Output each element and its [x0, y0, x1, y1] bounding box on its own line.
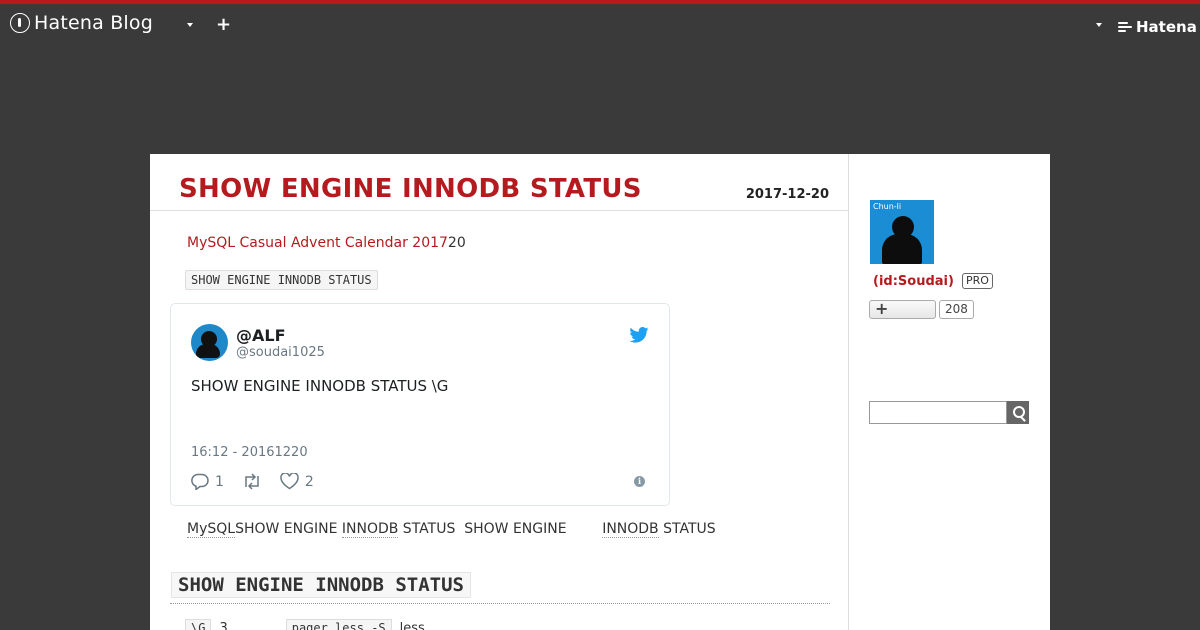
profile-avatar[interactable]: Chun-li	[870, 200, 934, 264]
hatena-pen-icon	[10, 13, 30, 33]
paragraph-text: STATUS	[658, 521, 716, 537]
tweet-text: SHOW ENGINE INNODB STATUS \G	[191, 377, 449, 395]
reply-icon	[191, 473, 209, 490]
reply-action[interactable]: 1	[191, 473, 224, 490]
global-header: Hatena Blog + Hatena	[0, 0, 1200, 44]
paragraph-text: SHOW ENGINE	[235, 521, 342, 537]
account-menu-chevron-down-icon[interactable]	[1096, 23, 1102, 27]
entry-content: SHOW ENGINE INNODB STATUS 2017-12-20 MyS…	[150, 154, 849, 630]
tweet-actions: 1 2	[191, 473, 332, 490]
pro-badge: PRO	[961, 273, 993, 289]
embedded-tweet[interactable]: @ALF @soudai1025 SHOW ENGINE INNODB STAT…	[170, 303, 670, 506]
inline-code: SHOW ENGINE INNODB STATUS	[185, 270, 378, 290]
inline-code: pager less -S	[285, 619, 392, 630]
tweet-author-handle[interactable]: @soudai1025	[236, 345, 325, 360]
body-paragraph: MySQLSHOW ENGINE INNODB STATUS SHOW ENGI…	[187, 521, 716, 538]
paragraph-text: STATUS SHOW ENGINE	[398, 521, 603, 537]
hatena-brand-link[interactable]: Hatena	[1118, 18, 1197, 36]
entry-title[interactable]: SHOW ENGINE INNODB STATUS	[179, 174, 642, 204]
heart-icon	[280, 473, 299, 490]
section-divider	[170, 603, 830, 604]
tweet-avatar[interactable]	[191, 324, 228, 361]
search-input[interactable]	[869, 401, 1007, 424]
tweet-timestamp[interactable]: 16:12 - 20161220	[191, 445, 308, 460]
follow-widget: + 208	[869, 299, 974, 319]
profile-id-link[interactable]: (id:Soudai)	[873, 274, 954, 289]
entry-date[interactable]: 2017-12-20	[746, 187, 829, 202]
logo-text: Hatena Blog	[34, 12, 153, 34]
body-line: \G 3 pager less -S less	[185, 619, 425, 630]
blog-menu-chevron-down-icon[interactable]	[187, 23, 193, 27]
retweet-icon	[245, 473, 259, 490]
advent-calendar-link[interactable]: MySQL Casual Advent Calendar 2017	[187, 235, 448, 251]
like-action[interactable]: 2	[280, 473, 314, 490]
tweet-author-name[interactable]: @ALF	[236, 326, 286, 345]
profile-user: (id:Soudai) PRO	[873, 273, 993, 289]
avatar-body	[882, 234, 922, 264]
info-icon[interactable]: i	[634, 476, 645, 487]
follower-count[interactable]: 208	[939, 300, 974, 319]
entry-header: SHOW ENGINE INNODB STATUS 2017-12-20	[150, 154, 849, 211]
follow-button[interactable]: +	[869, 299, 936, 319]
like-count: 2	[304, 473, 314, 490]
blog-page: SHOW ENGINE INNODB STATUS 2017-12-20 MyS…	[150, 154, 1050, 630]
hatena-logo-icon	[1118, 21, 1132, 33]
hatena-blog-logo[interactable]: Hatena Blog	[10, 12, 153, 34]
body-text: 3	[219, 620, 228, 630]
twitter-bird-icon[interactable]	[629, 327, 649, 343]
plus-icon: +	[875, 299, 889, 318]
keyword-link-innodb[interactable]: INNODB	[341, 521, 399, 538]
hatena-brand-text: Hatena	[1136, 18, 1197, 36]
advent-day: 20	[447, 235, 466, 251]
search-form	[869, 401, 1029, 424]
search-button[interactable]	[1007, 401, 1029, 424]
section-heading: SHOW ENGINE INNODB STATUS	[171, 572, 471, 598]
keyword-link-mysql[interactable]: MySQL	[187, 521, 236, 538]
inline-code: \G	[185, 619, 212, 630]
add-entry-button[interactable]: +	[216, 15, 231, 35]
keyword-link-innodb[interactable]: INNODB	[602, 521, 659, 538]
advent-calendar-line: MySQL Casual Advent Calendar 201720	[187, 235, 466, 251]
sidebar: Chun-li (id:Soudai) PRO + 208	[850, 154, 1050, 630]
reply-count: 1	[215, 473, 224, 490]
retweet-action[interactable]	[242, 473, 262, 490]
body-text: less	[399, 620, 425, 630]
avatar-label: Chun-li	[873, 202, 902, 211]
